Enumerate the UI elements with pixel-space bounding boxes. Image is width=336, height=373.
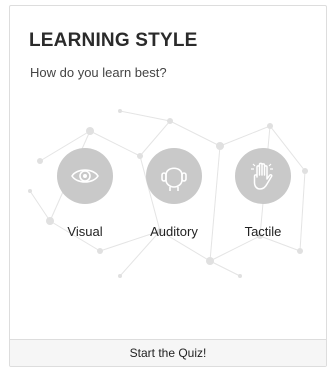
card-subtitle: How do you learn best? — [30, 65, 167, 80]
option-tactile[interactable]: Tactile — [218, 148, 308, 239]
option-tactile-label: Tactile — [244, 224, 282, 239]
option-auditory[interactable]: Auditory — [129, 148, 219, 239]
start-quiz-button[interactable]: Start the Quiz! — [10, 339, 326, 366]
option-auditory-label: Auditory — [150, 224, 198, 239]
eye-icon — [71, 169, 99, 183]
start-quiz-label: Start the Quiz! — [129, 346, 207, 360]
tactile-icon-circle — [235, 148, 291, 204]
visual-icon-circle — [57, 148, 113, 204]
auditory-icon-circle — [146, 148, 202, 204]
listening-head-icon — [161, 167, 187, 191]
option-visual[interactable]: Visual — [40, 148, 130, 239]
hand-icon — [251, 162, 273, 190]
learning-style-options: Visual Auditory Tactile — [10, 148, 326, 248]
card-title: LEARNING STYLE — [29, 30, 198, 51]
option-visual-label: Visual — [67, 224, 103, 239]
learning-style-card: LEARNING STYLE How do you learn best? Vi… — [9, 5, 327, 367]
